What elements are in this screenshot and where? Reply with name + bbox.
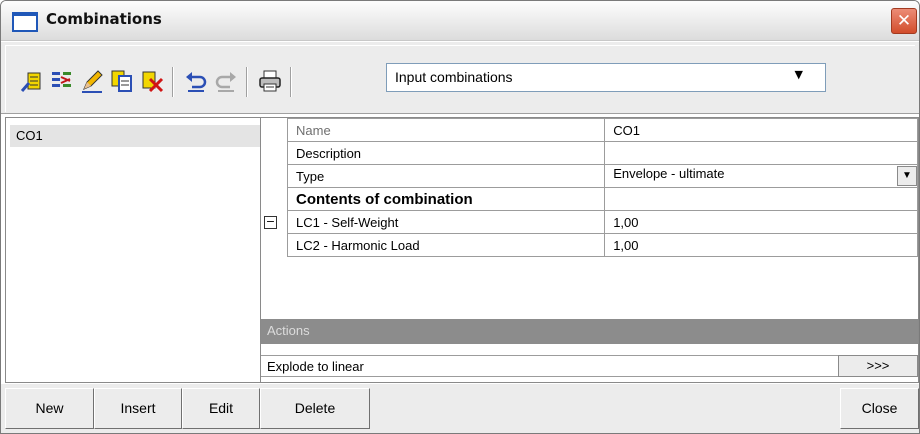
explode-button[interactable]: >>> <box>838 355 918 377</box>
delete-icon[interactable] <box>140 69 164 93</box>
close-window-button[interactable]: ✕ <box>891 8 917 34</box>
coefficient-field[interactable]: 1,00 <box>604 233 918 257</box>
property-row-contents[interactable]: Contents of combination <box>286 187 918 211</box>
view-mode-value: Input combinations <box>395 69 513 85</box>
property-row-name[interactable]: Name CO1 <box>286 118 918 142</box>
type-select[interactable]: ▼ Envelope - ultimate <box>604 164 918 188</box>
insert-button[interactable]: Insert <box>94 388 182 429</box>
new-button[interactable]: New <box>5 388 94 429</box>
list-item[interactable]: CO1 <box>10 125 261 147</box>
undo-icon[interactable] <box>184 69 208 93</box>
action-label: Explode to linear <box>267 359 364 374</box>
property-grid: − Name CO1 Description Type ▼ Envelope -… <box>260 117 919 383</box>
combination-list[interactable]: CO1 <box>5 117 261 383</box>
toolbar-separator <box>246 67 248 97</box>
toolbar-frame: Input combinations ▼ <box>5 45 915 112</box>
property-row-lc2[interactable]: LC2 - Harmonic Load 1,00 <box>286 233 918 257</box>
window-title: Combinations <box>46 10 162 28</box>
generate-icon[interactable] <box>50 69 74 93</box>
chevron-down-icon[interactable]: ▼ <box>795 68 803 81</box>
button-bar: New Insert Edit Delete Close <box>1 384 919 433</box>
property-row-lc1[interactable]: LC1 - Self-Weight 1,00 <box>286 210 918 234</box>
collapse-icon[interactable]: − <box>264 216 277 229</box>
property-label: Name <box>286 118 606 142</box>
toolbar-separator <box>290 67 292 97</box>
delete-button[interactable]: Delete <box>260 388 370 429</box>
action-explode-row[interactable]: Explode to linear >>> <box>261 355 918 377</box>
property-label: LC1 - Self-Weight <box>286 210 606 234</box>
close-button[interactable]: Close <box>840 388 919 429</box>
description-field[interactable] <box>604 141 918 165</box>
property-label: LC2 - Harmonic Load <box>286 233 606 257</box>
property-table: Name CO1 Description Type ▼ Envelope - u… <box>286 118 918 257</box>
type-value: Envelope - ultimate <box>613 166 725 181</box>
combinations-window: Combinations ✕ Input combinations ▼ CO1 … <box>0 0 920 434</box>
section-heading: Contents of combination <box>286 187 606 211</box>
property-label: Type <box>286 164 606 188</box>
new-combination-icon[interactable] <box>20 69 44 93</box>
property-row-description[interactable]: Description <box>286 141 918 165</box>
title-bar[interactable]: Combinations ✕ <box>1 1 919 41</box>
property-label: Description <box>286 141 606 165</box>
redo-icon[interactable] <box>214 69 238 93</box>
window-icon <box>12 12 38 32</box>
name-field[interactable]: CO1 <box>604 118 918 142</box>
contents-value <box>604 187 918 211</box>
edit-button[interactable]: Edit <box>182 388 260 429</box>
print-icon[interactable] <box>258 69 282 93</box>
toolbar: Input combinations ▼ <box>1 42 919 114</box>
chevron-down-icon[interactable]: ▼ <box>897 166 917 186</box>
edit-pencil-icon[interactable] <box>80 69 104 93</box>
copy-icon[interactable] <box>110 69 134 93</box>
property-row-type[interactable]: Type ▼ Envelope - ultimate <box>286 164 918 188</box>
view-mode-select[interactable]: Input combinations ▼ <box>386 63 826 92</box>
coefficient-field[interactable]: 1,00 <box>604 210 918 234</box>
toolbar-separator <box>172 67 174 97</box>
actions-header: Actions <box>261 319 918 344</box>
